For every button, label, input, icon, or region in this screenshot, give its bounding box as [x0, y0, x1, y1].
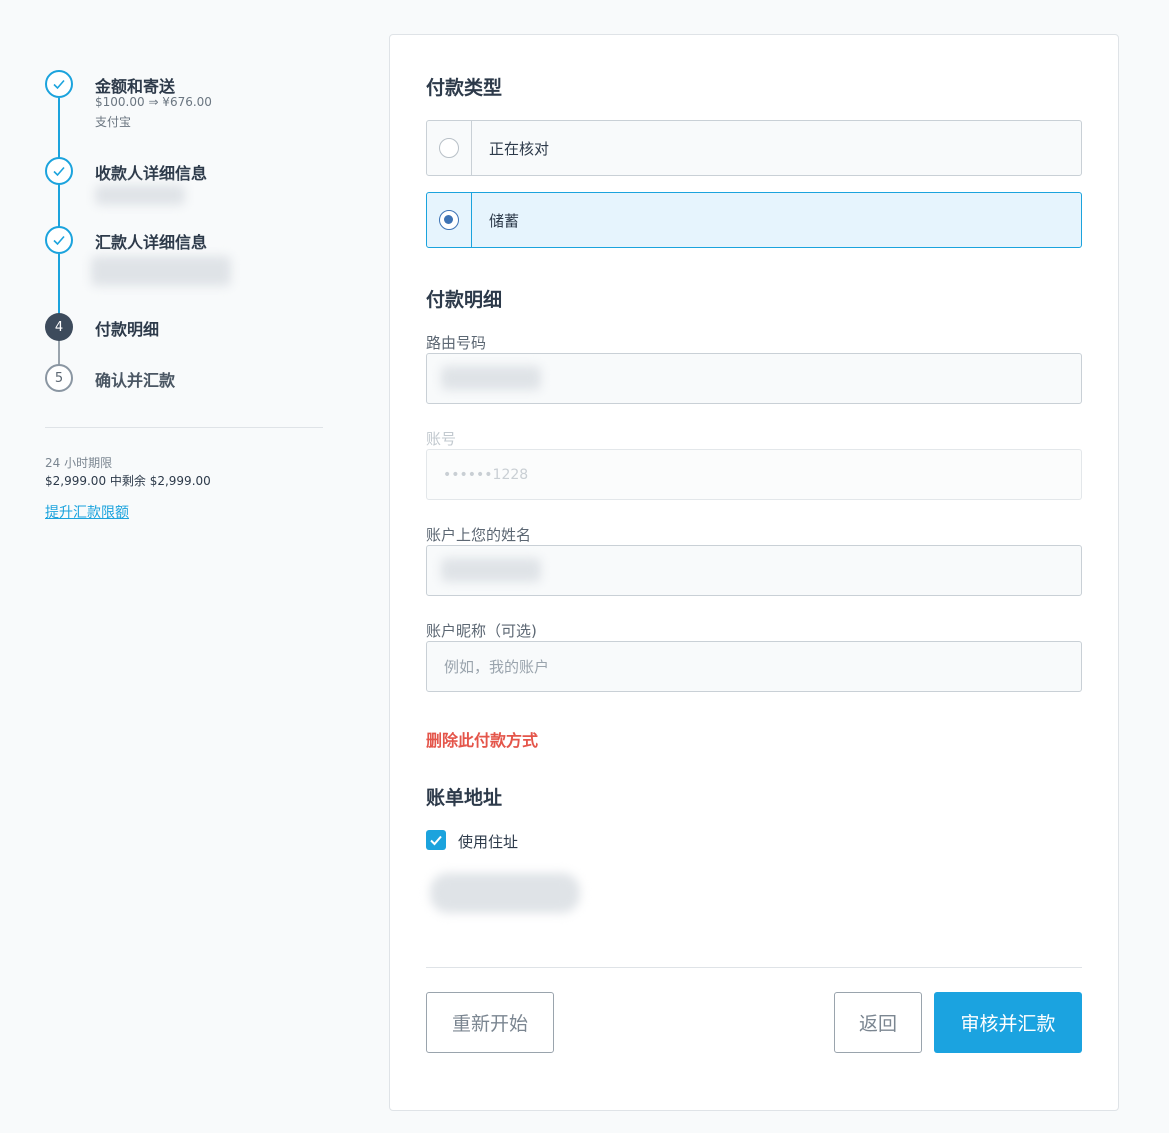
- review-send-button[interactable]: 审核并汇款: [934, 992, 1082, 1053]
- account-nickname-input[interactable]: 例如，我的账户: [426, 641, 1082, 692]
- payment-details-title: 付款明细: [426, 289, 503, 311]
- account-name-label: 账户上您的姓名: [426, 526, 532, 544]
- delete-payment-method-link[interactable]: 删除此付款方式: [426, 727, 538, 751]
- routing-number-label: 路由号码: [426, 334, 487, 352]
- step-number: 5: [45, 364, 73, 392]
- step-method: 支付宝: [95, 115, 132, 129]
- radio-savings[interactable]: 储蓄: [426, 192, 1082, 248]
- redacted-text: [441, 366, 541, 390]
- radio-icon: [439, 138, 459, 158]
- radio-label: 正在核对: [489, 139, 550, 158]
- routing-number-field[interactable]: [426, 353, 1082, 404]
- account-number-field[interactable]: ••••••1228: [426, 449, 1082, 500]
- step-connector: [58, 254, 60, 314]
- radio-selected-icon: [439, 210, 459, 230]
- redacted-text: [441, 558, 541, 582]
- account-nickname-label: 账户昵称（可选): [426, 622, 537, 640]
- account-number-label: 账号: [426, 430, 457, 448]
- billing-address-title: 账单地址: [426, 787, 503, 809]
- check-icon: [45, 157, 73, 185]
- limit-label: 24 小时期限: [45, 456, 113, 470]
- step-number: 4: [45, 313, 73, 341]
- step-title: 收款人详细信息: [95, 164, 208, 183]
- step-title: 确认并汇款: [95, 371, 176, 390]
- account-name-field[interactable]: [426, 545, 1082, 596]
- back-button[interactable]: 返回: [834, 992, 922, 1053]
- check-icon: [45, 70, 73, 98]
- payment-form-card: 付款类型 正在核对 储蓄 付款明细 路由号码 账号 ••••••1228 账户上…: [389, 34, 1119, 1111]
- nickname-placeholder: 例如，我的账户: [444, 658, 550, 676]
- step-amount: $100.00 ⇒ ¥676.00: [95, 95, 212, 109]
- radio-label: 储蓄: [489, 211, 520, 230]
- step-title: 汇款人详细信息: [95, 233, 208, 252]
- redacted-text: [91, 256, 231, 286]
- use-address-checkbox[interactable]: [426, 830, 446, 850]
- redacted-text: [95, 185, 185, 205]
- payment-type-title: 付款类型: [426, 77, 503, 99]
- step-connector: [58, 340, 60, 365]
- step-title: 金额和寄送: [95, 77, 176, 96]
- redacted-address: [430, 873, 580, 913]
- raise-limit-link[interactable]: 提升汇款限额: [45, 502, 129, 522]
- radio-cell: [427, 193, 472, 247]
- account-number-value: ••••••1228: [443, 466, 529, 483]
- radio-cell: [427, 121, 472, 175]
- use-address-label: 使用住址: [458, 833, 519, 851]
- radio-checking[interactable]: 正在核对: [426, 120, 1082, 176]
- sidebar-divider: [45, 427, 323, 428]
- limit-value: $2,999.00 中剩余 $2,999.00: [45, 474, 211, 488]
- check-icon: [45, 226, 73, 254]
- step-title: 付款明细: [95, 320, 160, 339]
- restart-button[interactable]: 重新开始: [426, 992, 554, 1053]
- check-icon: [430, 835, 442, 846]
- card-divider: [426, 967, 1082, 968]
